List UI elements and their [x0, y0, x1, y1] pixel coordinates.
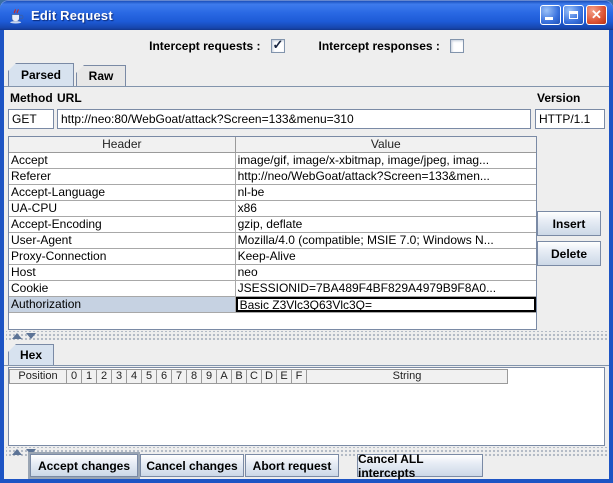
table-row[interactable]: Accept-Encoding gzip, deflate [9, 217, 536, 233]
table-row[interactable]: Cookie JSESSIONID=7BA489F4BF829A4979B9F8… [9, 281, 536, 297]
url-label: URL [57, 91, 82, 105]
method-field[interactable]: GET [8, 109, 54, 129]
header-cell[interactable]: Proxy-Connection [9, 249, 236, 264]
hex-column-position[interactable]: Position [9, 369, 67, 384]
header-cell[interactable]: Accept-Encoding [9, 217, 236, 232]
hex-column-digit[interactable]: 3 [112, 369, 127, 384]
collapse-down-icon[interactable] [26, 333, 36, 339]
hex-column-digit[interactable]: 7 [172, 369, 187, 384]
minimize-button[interactable] [540, 5, 561, 25]
intercept-responses-label: Intercept responses : [319, 39, 440, 53]
column-header-header[interactable]: Header [9, 137, 236, 152]
table-row-selected[interactable]: Authorization Basic Z3Vlc3Q63Vlc3Q= [9, 297, 536, 313]
table-row[interactable]: Host neo [9, 265, 536, 281]
table-row[interactable]: Referer http://neo/WebGoat/attack?Screen… [9, 169, 536, 185]
url-field[interactable]: http://neo:80/WebGoat/attack?Screen=133&… [57, 109, 531, 129]
header-cell[interactable]: Accept-Language [9, 185, 236, 200]
value-cell[interactable]: image/gif, image/x-xbitmap, image/jpeg, … [236, 153, 536, 168]
intercept-responses-checkbox[interactable] [450, 39, 464, 53]
value-cell[interactable]: Keep-Alive [236, 249, 536, 264]
header-cell[interactable]: Authorization [9, 297, 236, 312]
hex-column-digit[interactable]: 0 [67, 369, 82, 384]
titlebar[interactable]: Edit Request ✕ [0, 0, 613, 30]
hex-column-digit[interactable]: 8 [187, 369, 202, 384]
cancel-all-intercepts-button[interactable]: Cancel ALL intercepts [357, 454, 483, 477]
hex-column-digit[interactable]: 5 [142, 369, 157, 384]
cancel-changes-button[interactable]: Cancel changes [140, 454, 244, 477]
hex-column-digit[interactable]: 6 [157, 369, 172, 384]
hex-tab-divider-line [4, 365, 609, 366]
split-divider[interactable] [6, 331, 607, 340]
hex-column-digit[interactable]: 4 [127, 369, 142, 384]
hex-column-digit[interactable]: F [292, 369, 307, 384]
table-row[interactable]: Proxy-Connection Keep-Alive [9, 249, 536, 265]
tab-parsed[interactable]: Parsed [8, 63, 74, 86]
header-cell[interactable]: Host [9, 265, 236, 280]
hex-column-digit[interactable]: A [217, 369, 232, 384]
value-cell[interactable]: gzip, deflate [236, 217, 536, 232]
hex-column-digit[interactable]: C [247, 369, 262, 384]
java-coffee-cup-icon [8, 7, 25, 24]
value-cell[interactable]: http://neo/WebGoat/attack?Screen=133&men… [236, 169, 536, 184]
accept-changes-button[interactable]: Accept changes [30, 454, 138, 477]
maximize-icon [569, 11, 578, 19]
collapse-up-icon[interactable] [12, 333, 22, 339]
table-row[interactable]: Accept-Language nl-be [9, 185, 536, 201]
version-field[interactable]: HTTP/1.1 [535, 109, 605, 129]
value-cell[interactable]: neo [236, 265, 536, 280]
method-label: Method [10, 91, 53, 105]
hex-column-digit[interactable]: B [232, 369, 247, 384]
hex-column-digit[interactable]: 2 [97, 369, 112, 384]
hex-table-head: Position 0 1 2 3 4 5 6 7 8 9 A B C D E F… [9, 369, 604, 384]
header-cell[interactable]: Accept [9, 153, 236, 168]
header-cell[interactable]: Cookie [9, 281, 236, 296]
collapse-up-icon[interactable] [12, 449, 22, 455]
maximize-button[interactable] [563, 5, 584, 25]
hex-column-digit[interactable]: D [262, 369, 277, 384]
intercept-requests-label: Intercept requests : [149, 39, 260, 53]
headers-table: Header Value Accept image/gif, image/x-x… [8, 136, 537, 330]
hex-column-digit[interactable]: E [277, 369, 292, 384]
hex-column-string[interactable]: String [307, 369, 508, 384]
value-cell[interactable]: nl-be [236, 185, 536, 200]
intercept-options-row: Intercept requests : Intercept responses… [4, 37, 609, 55]
header-cell[interactable]: UA-CPU [9, 201, 236, 216]
insert-button[interactable]: Insert [537, 211, 601, 236]
close-icon: ✕ [587, 6, 606, 24]
headers-table-head: Header Value [9, 137, 536, 153]
tab-divider-line [4, 86, 609, 87]
header-cell[interactable]: User-Agent [9, 233, 236, 248]
hex-table: Position 0 1 2 3 4 5 6 7 8 9 A B C D E F… [8, 367, 605, 446]
window-content: Intercept requests : Intercept responses… [4, 30, 609, 479]
minimize-icon [545, 17, 553, 20]
hex-column-digit[interactable]: 1 [82, 369, 97, 384]
table-row[interactable]: User-Agent Mozilla/4.0 (compatible; MSIE… [9, 233, 536, 249]
version-label: Version [537, 91, 580, 105]
value-cell-editing[interactable]: Basic Z3Vlc3Q63Vlc3Q= [236, 297, 536, 312]
value-cell[interactable]: JSESSIONID=7BA489F4BF829A4979B9F8A0... [236, 281, 536, 296]
close-button[interactable]: ✕ [586, 5, 607, 25]
tab-hex[interactable]: Hex [8, 344, 54, 365]
edit-request-window: Edit Request ✕ Intercept requests : Inte… [0, 0, 613, 483]
column-header-value[interactable]: Value [236, 137, 536, 152]
tab-raw[interactable]: Raw [76, 65, 126, 86]
table-row[interactable]: UA-CPU x86 [9, 201, 536, 217]
intercept-requests-checkbox[interactable] [271, 39, 285, 53]
hex-column-digit[interactable]: 9 [202, 369, 217, 384]
window-title: Edit Request [31, 8, 113, 23]
header-cell[interactable]: Referer [9, 169, 236, 184]
table-row[interactable]: Accept image/gif, image/x-xbitmap, image… [9, 153, 536, 169]
request-line-labels: Method URL Version [4, 91, 609, 105]
abort-request-button[interactable]: Abort request [245, 454, 339, 477]
value-cell[interactable]: Mozilla/4.0 (compatible; MSIE 7.0; Windo… [236, 233, 536, 248]
delete-button[interactable]: Delete [537, 241, 601, 266]
value-cell[interactable]: x86 [236, 201, 536, 216]
